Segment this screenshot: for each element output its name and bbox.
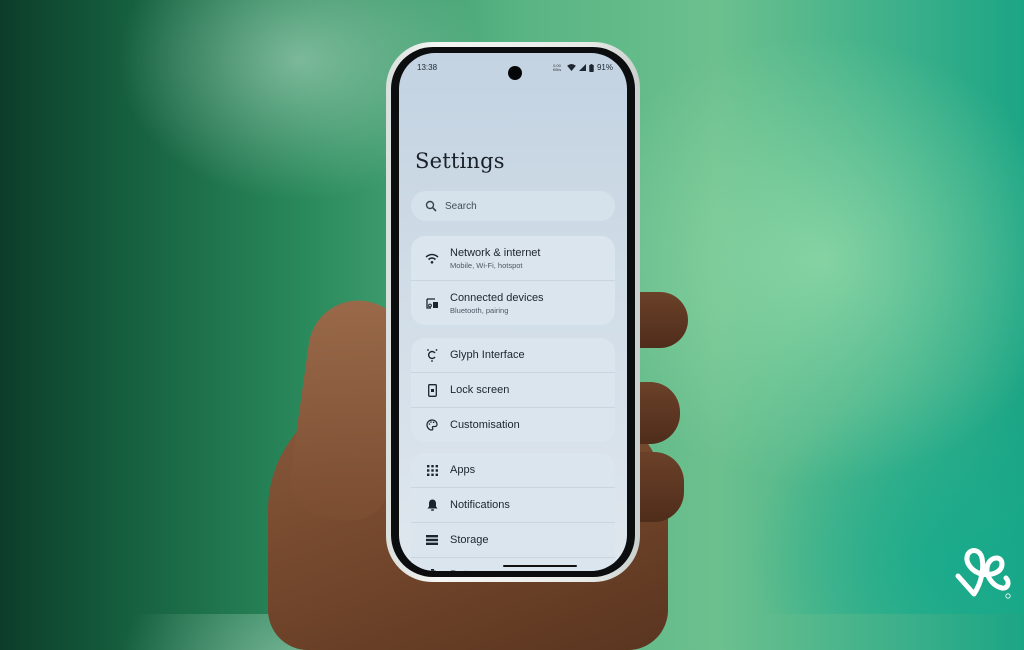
glyph-icon	[427, 348, 438, 362]
settings-item-network[interactable]: Network & internet Mobile, Wi-Fi, hotspot	[411, 236, 615, 281]
item-label: Network & internet	[450, 246, 541, 259]
signal-icon	[578, 64, 586, 71]
search-icon	[425, 200, 437, 212]
item-label: Connected devices	[450, 291, 544, 304]
item-subtitle: Bluetooth, pairing	[450, 305, 509, 315]
item-label: Storage	[450, 534, 489, 546]
item-label: Lock screen	[450, 384, 510, 396]
battery-icon	[428, 569, 436, 571]
item-label: Customisation	[450, 419, 520, 431]
settings-item-connected-devices[interactable]: Connected devices Bluetooth, pairing	[411, 281, 615, 325]
item-label: Notifications	[450, 499, 510, 511]
item-label: Glyph Interface	[450, 349, 525, 361]
photo-scene: 13:38 0.00 KB/s 91% Settings Search Netw…	[0, 0, 1024, 650]
status-bar: 13:38 0.00 KB/s 91%	[417, 61, 613, 80]
brand-logo-icon	[955, 548, 1011, 599]
bell-icon	[427, 499, 437, 511]
settings-item-apps[interactable]: Apps	[411, 453, 615, 488]
settings-group-connectivity: Network & internet Mobile, Wi-Fi, hotspot…	[411, 236, 615, 325]
storage-icon	[426, 535, 438, 545]
item-subtitle: Mobile, Wi-Fi, hotspot	[450, 260, 523, 270]
settings-group-system: Apps Notifications Storage Battery	[411, 453, 615, 571]
settings-item-customisation[interactable]: Customisation	[411, 408, 615, 442]
apps-grid-icon	[426, 464, 438, 476]
net-speed: 0.00 KB/s	[552, 62, 562, 72]
settings-item-notifications[interactable]: Notifications	[411, 488, 615, 523]
settings-item-storage[interactable]: Storage	[411, 523, 615, 558]
phone-bezel: 13:38 0.00 KB/s 91% Settings Search Netw…	[391, 47, 635, 577]
battery-icon	[589, 63, 594, 72]
connected-devices-icon	[425, 297, 438, 309]
settings-item-lock-screen[interactable]: Lock screen	[411, 373, 615, 408]
item-label: Battery	[450, 569, 485, 571]
item-label: Apps	[450, 464, 476, 476]
front-camera	[508, 66, 522, 80]
settings-item-glyph[interactable]: Glyph Interface	[411, 338, 615, 373]
battery-level: 91%	[596, 63, 613, 72]
settings-group-display: Glyph Interface Lock screen Customisatio…	[411, 338, 615, 442]
gesture-home-bar[interactable]	[503, 565, 577, 567]
wifi-icon	[425, 253, 439, 264]
page-title: Settings	[415, 149, 505, 173]
search-input[interactable]: Search	[411, 191, 615, 221]
search-placeholder: Search	[445, 200, 477, 212]
phone: 13:38 0.00 KB/s 91% Settings Search Netw…	[386, 42, 640, 582]
lock-screen-icon	[427, 383, 437, 397]
status-time: 13:38	[417, 63, 438, 72]
phone-screen: 13:38 0.00 KB/s 91% Settings Search Netw…	[399, 53, 627, 571]
palette-icon	[426, 419, 438, 431]
wifi-icon	[567, 64, 576, 71]
